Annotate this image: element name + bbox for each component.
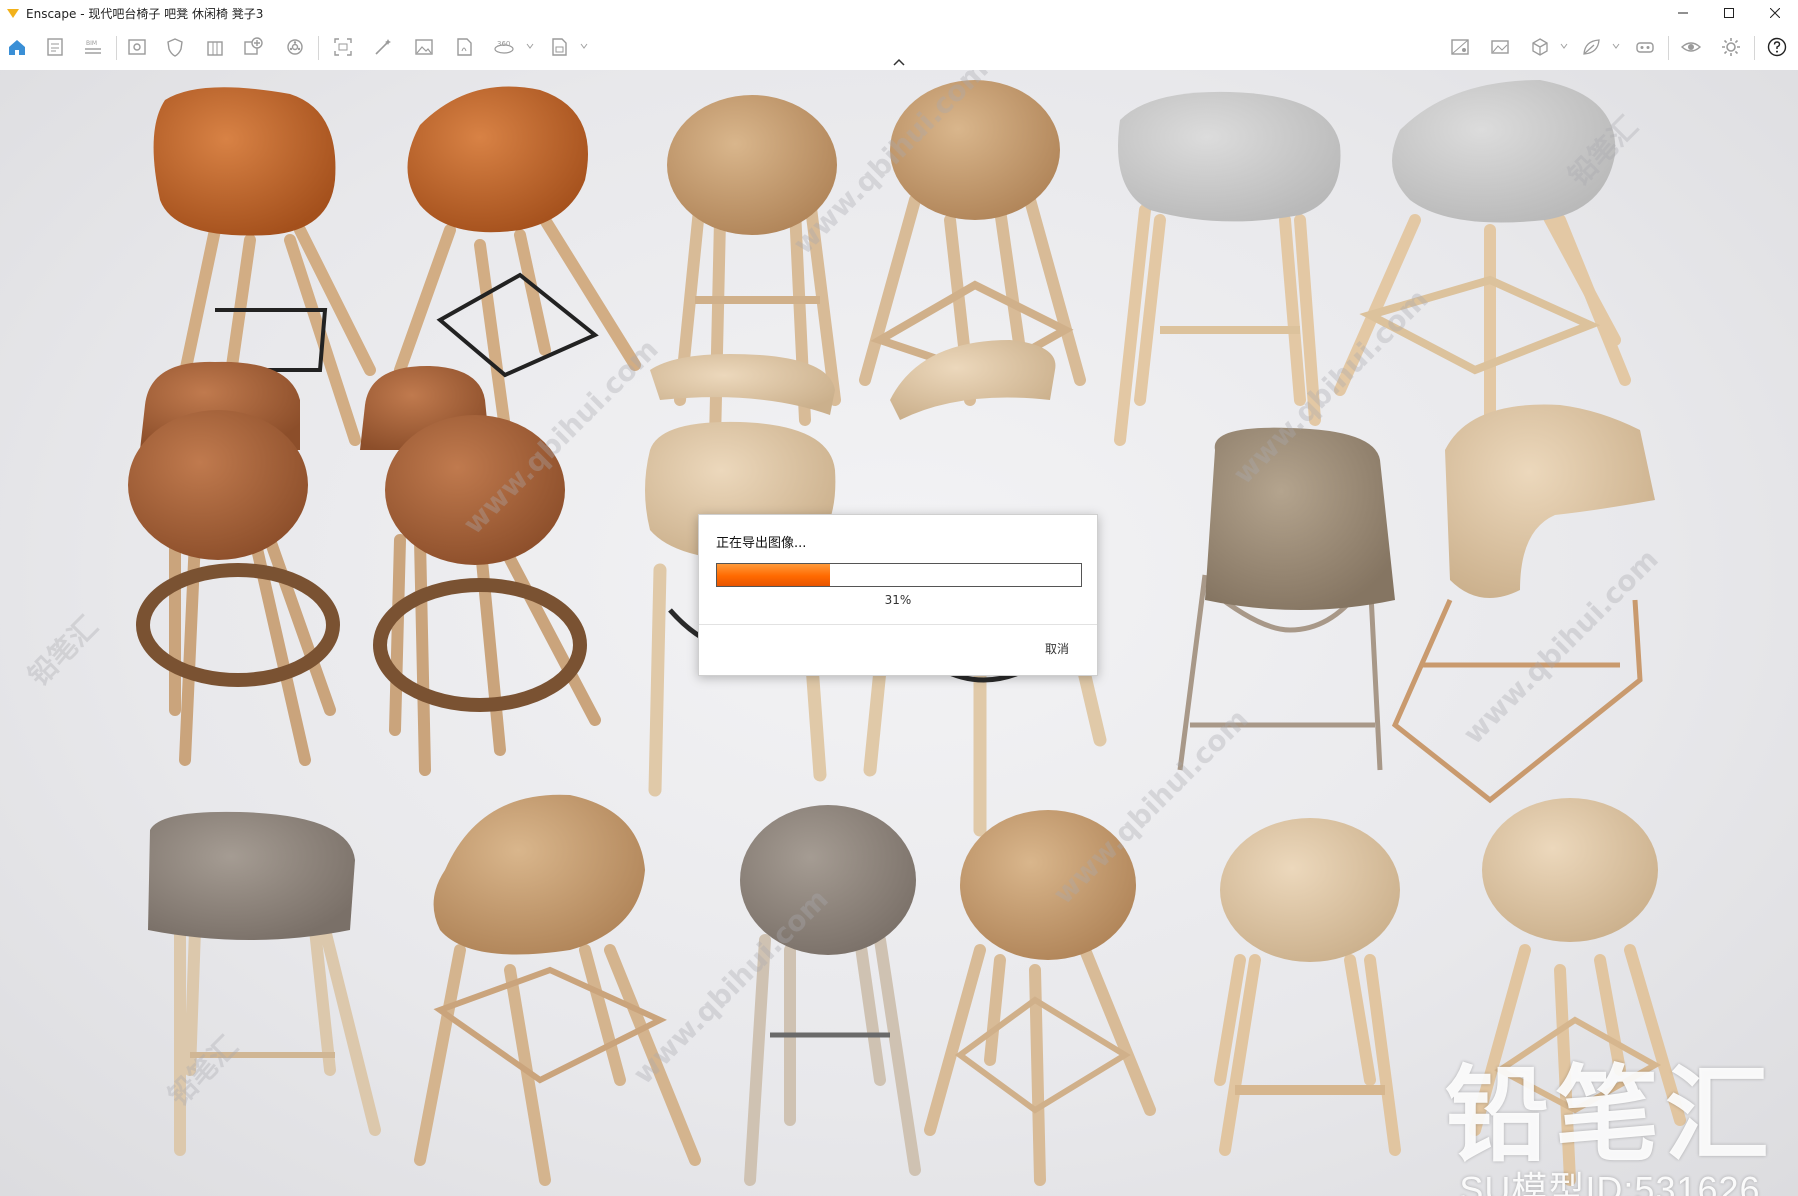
- chair-taupe-metal: [1177, 427, 1395, 771]
- panorama-dropdown-icon[interactable]: [526, 42, 534, 50]
- window-title: Enscape - 现代吧台椅子 吧凳 休闲椅 凳子3: [26, 6, 264, 21]
- progress-fill: [717, 564, 830, 586]
- minimize-button[interactable]: [1660, 0, 1706, 26]
- vr-headset-icon: [1636, 42, 1654, 53]
- stool-grey-square: [148, 811, 381, 1156]
- frame-icon: [334, 38, 352, 56]
- building-icon: [207, 41, 223, 56]
- image-icon: [415, 39, 433, 55]
- eye-button[interactable]: [1678, 34, 1704, 60]
- document-button[interactable]: [42, 34, 68, 60]
- stool-wood-saddle: [414, 794, 701, 1186]
- export-dropdown-icon[interactable]: [580, 42, 588, 50]
- frame-button[interactable]: [330, 34, 356, 60]
- close-icon: [1770, 8, 1780, 18]
- svg-text:360: 360: [497, 40, 510, 48]
- close-button[interactable]: [1752, 0, 1798, 26]
- enscape-logo-icon: [7, 9, 19, 18]
- settings-wheel-icon: [287, 39, 303, 55]
- gear-button[interactable]: [1718, 34, 1744, 60]
- add-view-icon: [244, 37, 263, 55]
- pdf-button[interactable]: [451, 34, 477, 60]
- toolbar: BIM 360: [0, 26, 1798, 71]
- svg-text:BIM: BIM: [86, 40, 97, 47]
- leaf-dropdown-icon[interactable]: [1612, 42, 1620, 50]
- eye-icon: [1680, 42, 1702, 52]
- chevron-up-icon[interactable]: [889, 56, 909, 68]
- toolbar-separator: [1668, 36, 1669, 60]
- leaf-button[interactable]: [1578, 34, 1604, 60]
- maximize-button[interactable]: [1706, 0, 1752, 26]
- stool-concrete-1: [1114, 91, 1341, 446]
- stool-wood-round-3: [924, 810, 1156, 1186]
- cube-dropdown-icon[interactable]: [1560, 42, 1568, 50]
- export-button[interactable]: [546, 34, 572, 60]
- help-icon: [1767, 37, 1787, 57]
- export-progress-dialog: 正在导出图像... 31% 取消: [698, 514, 1098, 676]
- dialog-title: 正在导出图像...: [716, 536, 807, 551]
- gear-icon: [1722, 38, 1740, 56]
- home-button[interactable]: [4, 34, 30, 60]
- progress-label: 31%: [884, 593, 912, 607]
- toolbar-separator: [1754, 36, 1755, 60]
- map-icon: [1451, 39, 1469, 55]
- stool-leather-back-1: [128, 361, 340, 766]
- dialog-divider: [699, 624, 1097, 625]
- document-icon: [47, 38, 63, 56]
- cube-button[interactable]: [1527, 34, 1553, 60]
- panorama-360-icon: 360: [494, 40, 514, 54]
- maximize-icon: [1724, 8, 1734, 18]
- toolbar-separator: [116, 36, 117, 60]
- cancel-button[interactable]: 取消: [1045, 640, 1069, 657]
- stool-wood-round-4: [1214, 818, 1401, 1156]
- pdf-icon: [457, 38, 472, 56]
- stool-grey-round: [740, 805, 921, 1186]
- model-id: SU模型ID:531626: [1459, 1169, 1761, 1196]
- view-button[interactable]: [124, 34, 150, 60]
- toolbar-separator: [318, 36, 319, 60]
- shield-icon: [167, 38, 183, 57]
- gallery-button[interactable]: [1487, 34, 1513, 60]
- wand-button[interactable]: [370, 34, 396, 60]
- progress-bar: [716, 563, 1082, 587]
- view-icon: [128, 39, 146, 55]
- title-bar: Enscape - 现代吧台椅子 吧凳 休闲椅 凳子3: [0, 0, 1798, 26]
- settings-wheel-button[interactable]: [282, 34, 308, 60]
- brand-name: 铅笔汇: [1444, 1054, 1775, 1176]
- home-icon: [9, 40, 25, 55]
- stool-leather-back-2: [360, 365, 601, 776]
- gallery-icon: [1491, 40, 1509, 54]
- stool-concrete-2: [1334, 80, 1631, 456]
- cube-icon: [1532, 38, 1548, 56]
- help-button[interactable]: [1764, 34, 1790, 60]
- bim-icon: BIM: [85, 40, 101, 54]
- export-icon: [552, 38, 567, 56]
- leaf-icon: [1583, 39, 1600, 55]
- image-button[interactable]: [411, 34, 437, 60]
- brand-watermark: 铅笔汇 SU模型ID:531626: [1440, 1060, 1780, 1196]
- vr-button[interactable]: [1632, 34, 1658, 60]
- stool-wood-back-metal: [1391, 404, 1655, 804]
- shield-button[interactable]: [162, 34, 188, 60]
- add-view-button[interactable]: [240, 34, 266, 60]
- minimize-icon: [1678, 12, 1688, 14]
- building-button[interactable]: [202, 34, 228, 60]
- panorama-button[interactable]: 360: [491, 34, 517, 60]
- wand-icon: [375, 39, 391, 55]
- bim-button[interactable]: BIM: [80, 34, 106, 60]
- map-button[interactable]: [1447, 34, 1473, 60]
